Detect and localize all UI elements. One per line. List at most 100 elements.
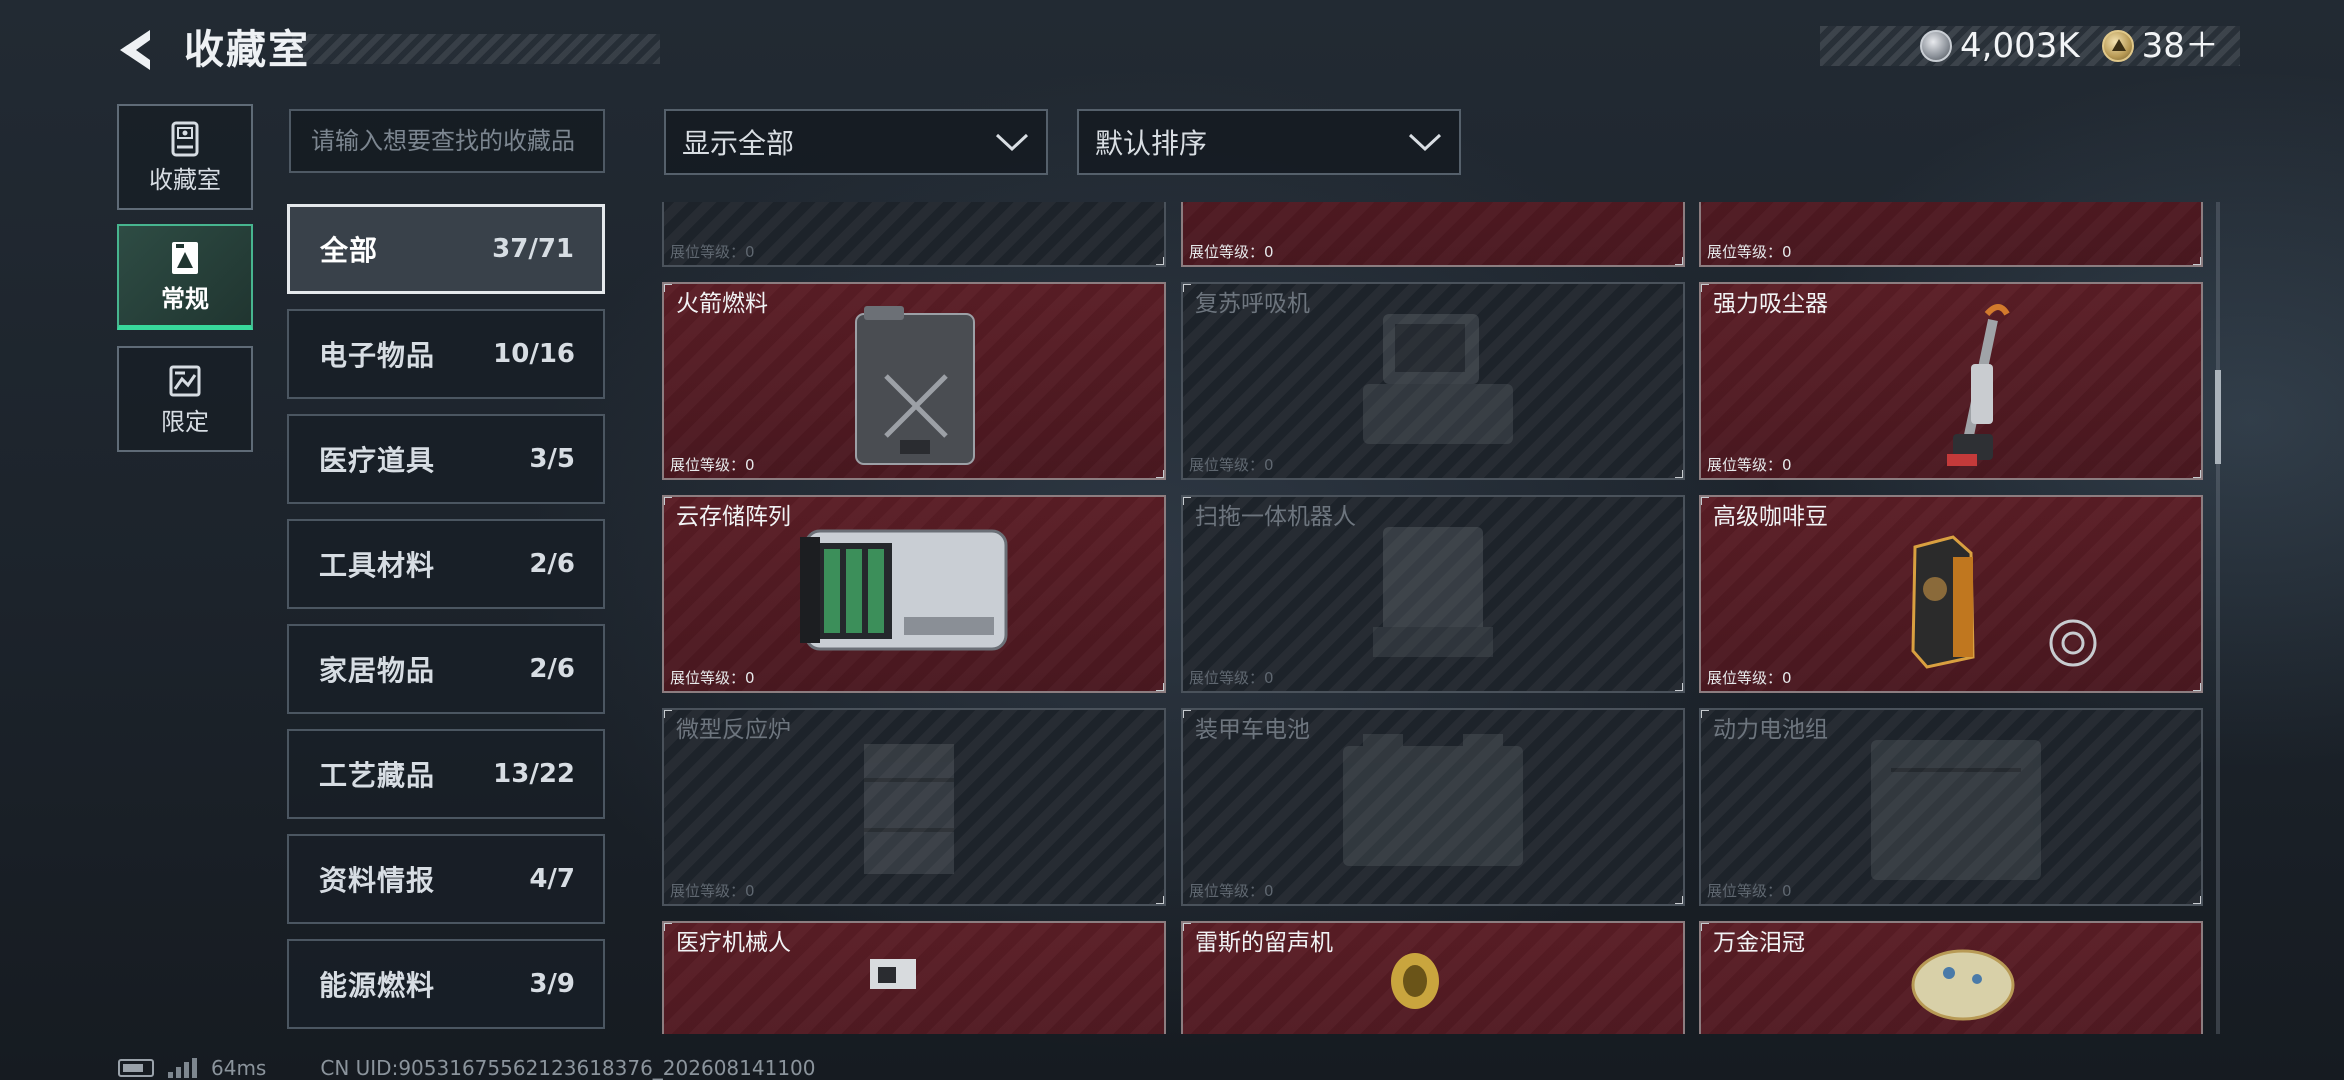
card-corner-decoration (1156, 470, 1164, 478)
ping-readout: 64ms (211, 1056, 267, 1080)
collection-item-card[interactable]: 装甲车电池 展位等级：0 (1181, 708, 1685, 906)
card-corner-decoration (1183, 284, 1191, 292)
item-name: 高级咖啡豆 (1713, 504, 1828, 530)
collection-item-card[interactable]: 扫拖一体机器人 展位等级：0 (1181, 495, 1685, 693)
collection-item-card[interactable]: 云存储阵列 展位等级：0 (662, 495, 1166, 693)
collection-item-card[interactable]: 火箭燃料 展位等级：0 (662, 282, 1166, 480)
booth-level-label: 展位等级： (1189, 669, 1265, 687)
ticket-currency[interactable]: 38＋ (2101, 26, 2219, 66)
card-corner-decoration (1675, 470, 1683, 478)
card-corner-decoration (1183, 497, 1191, 505)
rail-tab-limited[interactable]: 限定 (117, 346, 253, 452)
collection-item-card[interactable]: 强力吸尘器 展位等级：0 (1699, 282, 2203, 480)
collection-search-input[interactable] (289, 109, 605, 173)
card-corner-decoration (664, 284, 672, 292)
collection-item-card[interactable]: 复苏呼吸机 展位等级：0 (1181, 282, 1685, 480)
collection-item-card[interactable]: 展位等级：0 (1699, 202, 2203, 267)
booth-level-value: 0 (1264, 669, 1274, 687)
ticket-currency-value: 38＋ (2141, 26, 2219, 66)
category-household[interactable]: 家居物品 2/6 (287, 624, 605, 714)
display-filter-dropdown[interactable]: 显示全部 (664, 109, 1048, 175)
collection-grid: 展位等级：0 展位等级：0 展位等级：0 火箭燃料 展位等级：0 复苏呼吸机 展位等级：0 强… (662, 202, 2204, 1034)
category-count: 10/16 (493, 339, 575, 369)
back-button[interactable] (112, 24, 164, 76)
back-arrow-icon (120, 30, 150, 70)
booth-level: 展位等级：0 (670, 454, 755, 476)
category-count: 37/71 (492, 234, 574, 264)
card-corner-decoration (2193, 683, 2201, 691)
booth-level-label: 展位等级： (1707, 456, 1783, 474)
booth-level-value: 0 (1782, 243, 1792, 261)
item-name: 装甲车电池 (1195, 717, 1310, 743)
card-corner-decoration (664, 710, 672, 718)
booth-level-value: 0 (1264, 456, 1274, 474)
silver-currency-value: 4,003K (1960, 26, 2080, 66)
booth-level-label: 展位等级： (670, 456, 746, 474)
category-count: 2/6 (529, 654, 575, 684)
booth-level-label: 展位等级： (670, 669, 746, 687)
collection-item-card[interactable]: 展位等级：0 (1181, 202, 1685, 267)
category-energy[interactable]: 能源燃料 3/9 (287, 939, 605, 1029)
collection-item-card[interactable]: 动力电池组 展位等级：0 (1699, 708, 2203, 906)
display-filter-label: 显示全部 (682, 127, 795, 160)
card-corner-decoration (1183, 710, 1191, 718)
category-count: 3/5 (529, 444, 575, 474)
user-uid: CN UID:90531675562123618376_202608141100 (320, 1056, 816, 1080)
card-corner-decoration (1675, 683, 1683, 691)
card-corner-decoration (664, 497, 672, 505)
grid-scrollbar-thumb[interactable] (2215, 370, 2221, 464)
booth-level-value: 0 (745, 669, 755, 687)
grid-scrollbar-track[interactable] (2216, 202, 2220, 1034)
card-corner-decoration (1701, 284, 1709, 292)
collection-item-card[interactable]: 微型反应炉 展位等级：0 (662, 708, 1166, 906)
item-name: 复苏呼吸机 (1195, 291, 1310, 317)
category-name: 能源燃料 (319, 969, 436, 1002)
limited-collection-icon (169, 365, 201, 397)
silver-coin-icon (1920, 30, 1952, 62)
booth-level: 展位等级：0 (1189, 241, 1274, 263)
category-intel[interactable]: 资料情报 4/7 (287, 834, 605, 924)
category-count: 2/6 (529, 549, 575, 579)
category-name: 家居物品 (319, 654, 436, 687)
rail-tab-vault-label: 收藏室 (149, 166, 221, 194)
booth-level: 展位等级：0 (1707, 667, 1792, 689)
booth-level-label: 展位等级： (1707, 882, 1783, 900)
title-stripe-decoration (292, 34, 660, 64)
category-name: 医疗道具 (319, 444, 436, 477)
booth-level-value: 0 (745, 243, 755, 261)
card-corner-decoration (1156, 896, 1164, 904)
booth-level-value: 0 (1782, 456, 1792, 474)
collection-item-card[interactable]: 万金泪冠 (1699, 921, 2203, 1034)
category-name: 资料情报 (319, 864, 436, 897)
rail-tab-regular[interactable]: 常规 (117, 224, 253, 330)
booth-level-label: 展位等级： (1707, 243, 1783, 261)
item-name: 动力电池组 (1713, 717, 1828, 743)
category-crafts[interactable]: 工艺藏品 13/22 (287, 729, 605, 819)
booth-level: 展位等级：0 (670, 880, 755, 902)
silver-currency[interactable]: 4,003K (1920, 26, 2080, 66)
sort-dropdown[interactable]: 默认排序 (1077, 109, 1461, 175)
card-corner-decoration (1183, 923, 1191, 931)
category-name: 工具材料 (319, 549, 436, 582)
booth-level: 展位等级：0 (1707, 454, 1792, 476)
booth-level-label: 展位等级： (670, 882, 746, 900)
collection-item-card[interactable]: 高级咖啡豆展位等级：0 (1699, 495, 2203, 693)
category-all[interactable]: 全部 37/71 (287, 204, 605, 294)
card-corner-decoration (664, 923, 672, 931)
category-name: 全部 (320, 234, 379, 267)
chevron-down-icon (995, 133, 1029, 152)
rail-tab-vault[interactable]: 收藏室 (117, 104, 253, 210)
category-count: 4/7 (529, 864, 575, 894)
collection-item-card[interactable]: 雷斯的留声机 (1181, 921, 1685, 1034)
currency-strip: 4,003K 38＋ (1920, 24, 2219, 68)
rail-tab-regular-label: 常规 (161, 284, 209, 313)
collection-item-card[interactable]: 展位等级：0 (662, 202, 1166, 267)
item-name: 万金泪冠 (1713, 930, 1805, 956)
collection-room-screen: 收藏室 4,003K 38＋ 收藏室 常规 限定 请输入想要查找的收藏品 显示全… (0, 0, 2344, 1080)
category-tools[interactable]: 工具材料 2/6 (287, 519, 605, 609)
title-bar: 收藏室 (112, 18, 660, 80)
collection-item-card[interactable]: 医疗机械人 (662, 921, 1166, 1034)
status-footer: 64ms CN UID:90531675562123618376_2026081… (118, 1056, 816, 1080)
category-medical[interactable]: 医疗道具 3/5 (287, 414, 605, 504)
category-electronics[interactable]: 电子物品 10/16 (287, 309, 605, 399)
